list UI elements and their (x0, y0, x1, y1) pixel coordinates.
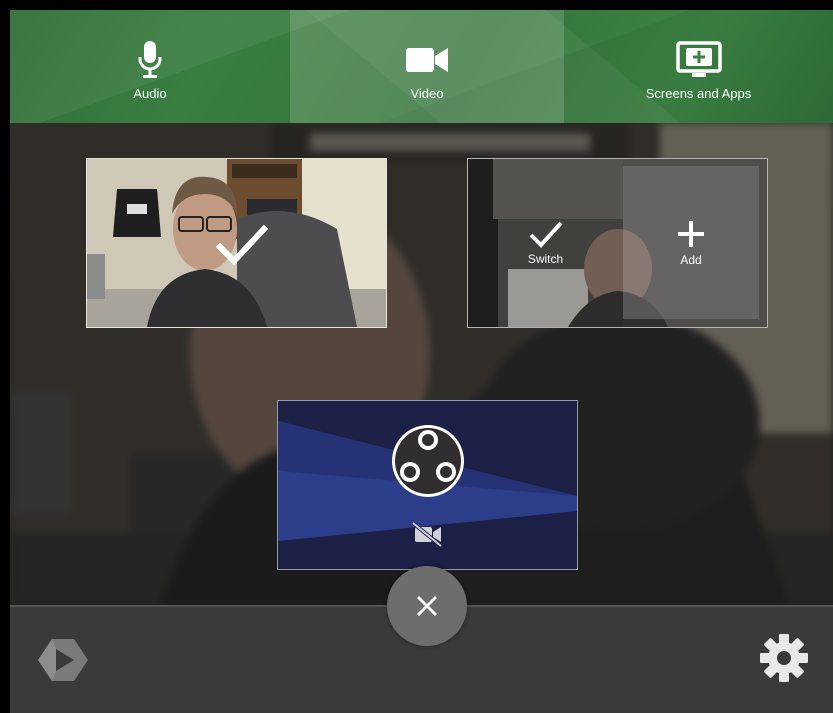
obs-logo-icon (392, 425, 464, 497)
selected-indicator (212, 221, 272, 269)
source-tab-bar: Audio Video Screens and Apps (10, 10, 833, 123)
tab-screens-label: Screens and Apps (645, 86, 752, 101)
microphone-icon (137, 40, 163, 80)
gear-icon (760, 634, 808, 682)
tab-video[interactable]: Video (290, 10, 564, 123)
obs-preview (278, 401, 577, 569)
close-icon (417, 596, 437, 616)
plus-icon (678, 220, 704, 247)
switch-label: Switch (527, 252, 564, 266)
add-label: Add (680, 252, 702, 267)
tab-audio-label: Audio (133, 86, 167, 101)
recorder-window: Audio Video Screens and Apps Switch Add (10, 10, 833, 713)
screen-add-icon (675, 40, 722, 80)
checkmark-icon (529, 221, 562, 248)
checkmark-icon (216, 225, 268, 265)
video-preview-stage: Switch Add (10, 123, 833, 605)
tab-video-label: Video (410, 86, 444, 101)
settings-button[interactable] (758, 632, 810, 689)
camera-source-tile-1[interactable] (86, 158, 387, 328)
tab-audio[interactable]: Audio (10, 10, 290, 123)
switch-camera-button[interactable]: Switch (468, 159, 623, 327)
video-camera-icon (406, 40, 448, 80)
obs-virtual-camera-tile[interactable] (277, 400, 578, 570)
add-camera-button[interactable]: Add (623, 166, 759, 319)
close-button[interactable] (387, 566, 467, 646)
tab-screens-and-apps[interactable]: Screens and Apps (564, 10, 833, 123)
camera-source-tile-2: Switch Add (467, 158, 768, 328)
panopto-logo-icon (36, 637, 90, 688)
